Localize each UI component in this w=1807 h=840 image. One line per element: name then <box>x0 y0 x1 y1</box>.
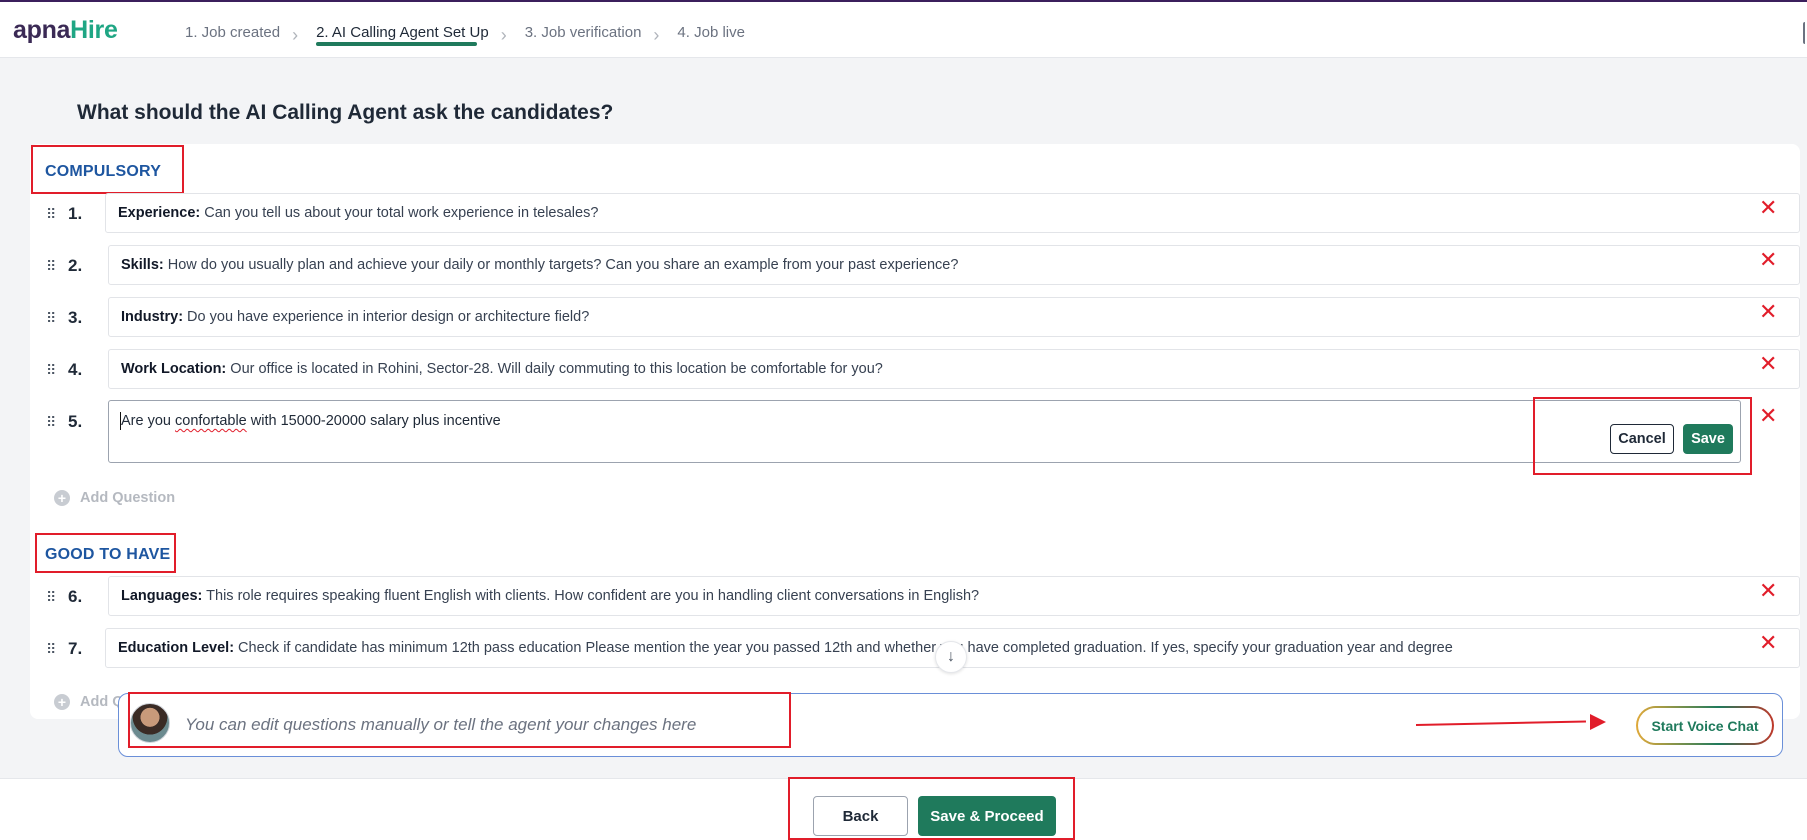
drag-handle-icon[interactable]: ⠿ <box>46 258 56 275</box>
question-number: 5. <box>68 412 83 431</box>
question-row: ⠿ 3. Industry: Do you have experience in… <box>46 297 1800 337</box>
question-number: 6. <box>68 587 83 606</box>
close-icon[interactable]: ✕ <box>1759 249 1777 271</box>
drag-handle-icon[interactable]: ⠿ <box>46 362 56 379</box>
close-icon[interactable]: ✕ <box>1759 353 1777 375</box>
question-row: ⠿ 2. Skills: How do you usually plan and… <box>46 245 1800 285</box>
section-title-good-to-have: GOOD TO HAVE <box>45 546 171 563</box>
apnahire-logo[interactable]: apnaHire <box>13 16 118 45</box>
drag-handle-icon[interactable]: ⠿ <box>46 206 56 223</box>
plus-circle-icon: + <box>54 694 70 710</box>
annotation-arrow-head <box>1590 714 1606 730</box>
question-number: 3. <box>68 308 83 327</box>
question-number: 1. <box>68 204 83 223</box>
add-question-button[interactable]: + Add Question <box>54 490 175 506</box>
question-field[interactable]: Languages: This role requires speaking f… <box>108 576 1800 616</box>
chevron-right-icon: › <box>292 24 299 45</box>
step-ai-calling-agent[interactable]: 2. AI Calling Agent Set Up › <box>316 2 507 54</box>
question-row: ⠿ 1. Experience: Can you tell us about y… <box>46 193 1800 233</box>
start-voice-chat-button[interactable]: Start Voice Chat <box>1636 706 1774 745</box>
add-question-button[interactable]: + Add Q <box>54 694 124 710</box>
question-edit-textarea[interactable]: Are you confortable with 15000-20000 sal… <box>108 400 1741 463</box>
question-number: 4. <box>68 360 83 379</box>
misspelled-word: confortable <box>175 413 247 429</box>
scroll-down-button[interactable]: ↓ <box>935 641 967 673</box>
close-icon[interactable]: ✕ <box>1759 301 1777 323</box>
drag-handle-icon[interactable]: ⠿ <box>46 414 56 431</box>
step-job-created[interactable]: 1. Job created › <box>185 2 298 54</box>
plus-circle-icon: + <box>54 490 70 506</box>
question-field[interactable]: Work Location: Our office is located in … <box>108 349 1800 389</box>
top-navbar: apnaHire 1. Job created › 2. AI Calling … <box>0 0 1807 58</box>
close-icon[interactable]: ✕ <box>1759 580 1777 602</box>
section-title-compulsory: COMPULSORY <box>45 163 162 180</box>
stepper: 1. Job created › 2. AI Calling Agent Set… <box>185 2 763 60</box>
question-field[interactable]: Experience: Can you tell us about your t… <box>105 193 1800 233</box>
drag-handle-icon[interactable]: ⠿ <box>46 310 56 327</box>
page-title: What should the AI Calling Agent ask the… <box>77 101 614 124</box>
active-step-underline <box>316 42 477 46</box>
drag-handle-icon[interactable]: ⠿ <box>46 641 56 658</box>
close-icon[interactable]: ✕ <box>1759 197 1777 219</box>
step-job-live[interactable]: 4. Job live <box>677 2 745 54</box>
close-icon[interactable]: ✕ <box>1759 632 1777 654</box>
close-icon[interactable]: ✕ <box>1759 405 1777 427</box>
annotation-box-chat-input <box>128 692 791 748</box>
step-job-verification[interactable]: 3. Job verification › <box>525 2 660 54</box>
question-row: ⠿ 4. Work Location: Our office is locate… <box>46 349 1800 389</box>
back-button[interactable]: Back <box>813 796 908 836</box>
question-row: ⠿ 6. Languages: This role requires speak… <box>46 576 1800 616</box>
question-number: 7. <box>68 639 83 658</box>
question-field[interactable]: Skills: How do you usually plan and achi… <box>108 245 1800 285</box>
save-and-proceed-button[interactable]: Save & Proceed <box>918 796 1056 836</box>
chevron-right-icon: › <box>500 24 507 45</box>
profile-edge[interactable] <box>1803 22 1807 44</box>
annotation-box-edit-actions <box>1533 397 1752 475</box>
question-number: 2. <box>68 256 83 275</box>
drag-handle-icon[interactable]: ⠿ <box>46 589 56 606</box>
chevron-right-icon: › <box>653 24 660 45</box>
question-field[interactable]: Industry: Do you have experience in inte… <box>108 297 1800 337</box>
arrow-down-icon: ↓ <box>947 648 955 665</box>
question-row: ⠿ 7. Education Level: Check if candidate… <box>46 628 1800 668</box>
